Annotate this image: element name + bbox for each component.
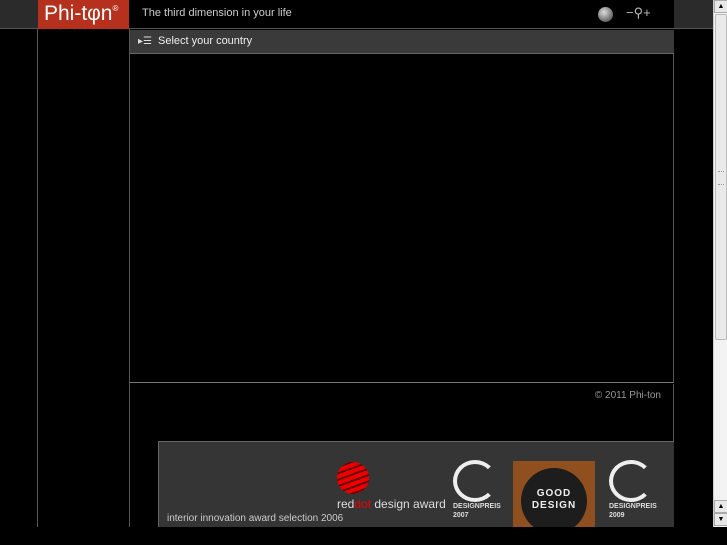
scrollbar-thumb[interactable]: [715, 14, 727, 340]
designpreis-logo-icon: [453, 460, 497, 502]
zoom-in-button[interactable]: +: [643, 5, 651, 20]
country-selector[interactable]: ▸☰ Select your country: [130, 30, 674, 54]
grip-icon: [718, 171, 724, 185]
reddot-suffix: design award: [371, 497, 446, 511]
designpreis-2007: DESIGNPREIS 2007: [453, 460, 501, 520]
reddot-award-label: reddot design award: [337, 497, 446, 511]
footer: © 2011 Phi-ton: [130, 384, 674, 441]
designpreis-2009: DESIGNPREIS 2009: [609, 460, 657, 520]
logo[interactable]: Phi-tφn®: [38, 0, 129, 29]
innovation-award-text: interior innovation award selection 2006: [167, 513, 344, 524]
good-design-text: GOOD DESIGN: [521, 468, 587, 527]
registered-mark: ®: [112, 4, 119, 13]
magnifier-icon: ⚲: [633, 5, 644, 20]
globe-icon[interactable]: [598, 7, 613, 22]
reddot-dot: dot: [354, 497, 372, 511]
side-column: [37, 29, 130, 527]
designpreis-year: 2009: [609, 512, 625, 519]
awards-banner: interior innovation award selection 2006…: [158, 441, 674, 527]
designpreis-label: DESIGNPREIS: [453, 503, 501, 510]
designpreis-year: 2007: [453, 512, 469, 519]
reddot-logo-icon: [337, 462, 369, 494]
main-content: [130, 54, 674, 383]
country-selector-label: Select your country: [157, 35, 253, 47]
zoom-control[interactable]: −⚲+: [626, 5, 662, 21]
designpreis-logo-icon: [609, 460, 653, 502]
vertical-scrollbar[interactable]: ▲ ▲ ▼: [713, 0, 727, 527]
scroll-up-button-bottom[interactable]: ▲: [714, 500, 727, 513]
tagline: The third dimension in your life: [142, 7, 292, 19]
logo-text: Phi-tφn: [44, 2, 113, 25]
header-left-filler: [0, 0, 38, 29]
zoom-out-button[interactable]: −: [626, 5, 634, 20]
header-right-filler: [674, 0, 713, 29]
list-icon: ▸☰: [138, 36, 152, 47]
reddot-prefix: red: [337, 497, 355, 511]
scroll-down-button[interactable]: ▼: [714, 513, 727, 526]
header-bar: The third dimension in your life −⚲+: [129, 0, 674, 29]
good-design-award: GOOD DESIGN: [513, 461, 595, 527]
designpreis-label: DESIGNPREIS: [609, 503, 657, 510]
scroll-up-button[interactable]: ▲: [714, 0, 727, 13]
copyright: © 2011 Phi-ton: [594, 390, 661, 401]
